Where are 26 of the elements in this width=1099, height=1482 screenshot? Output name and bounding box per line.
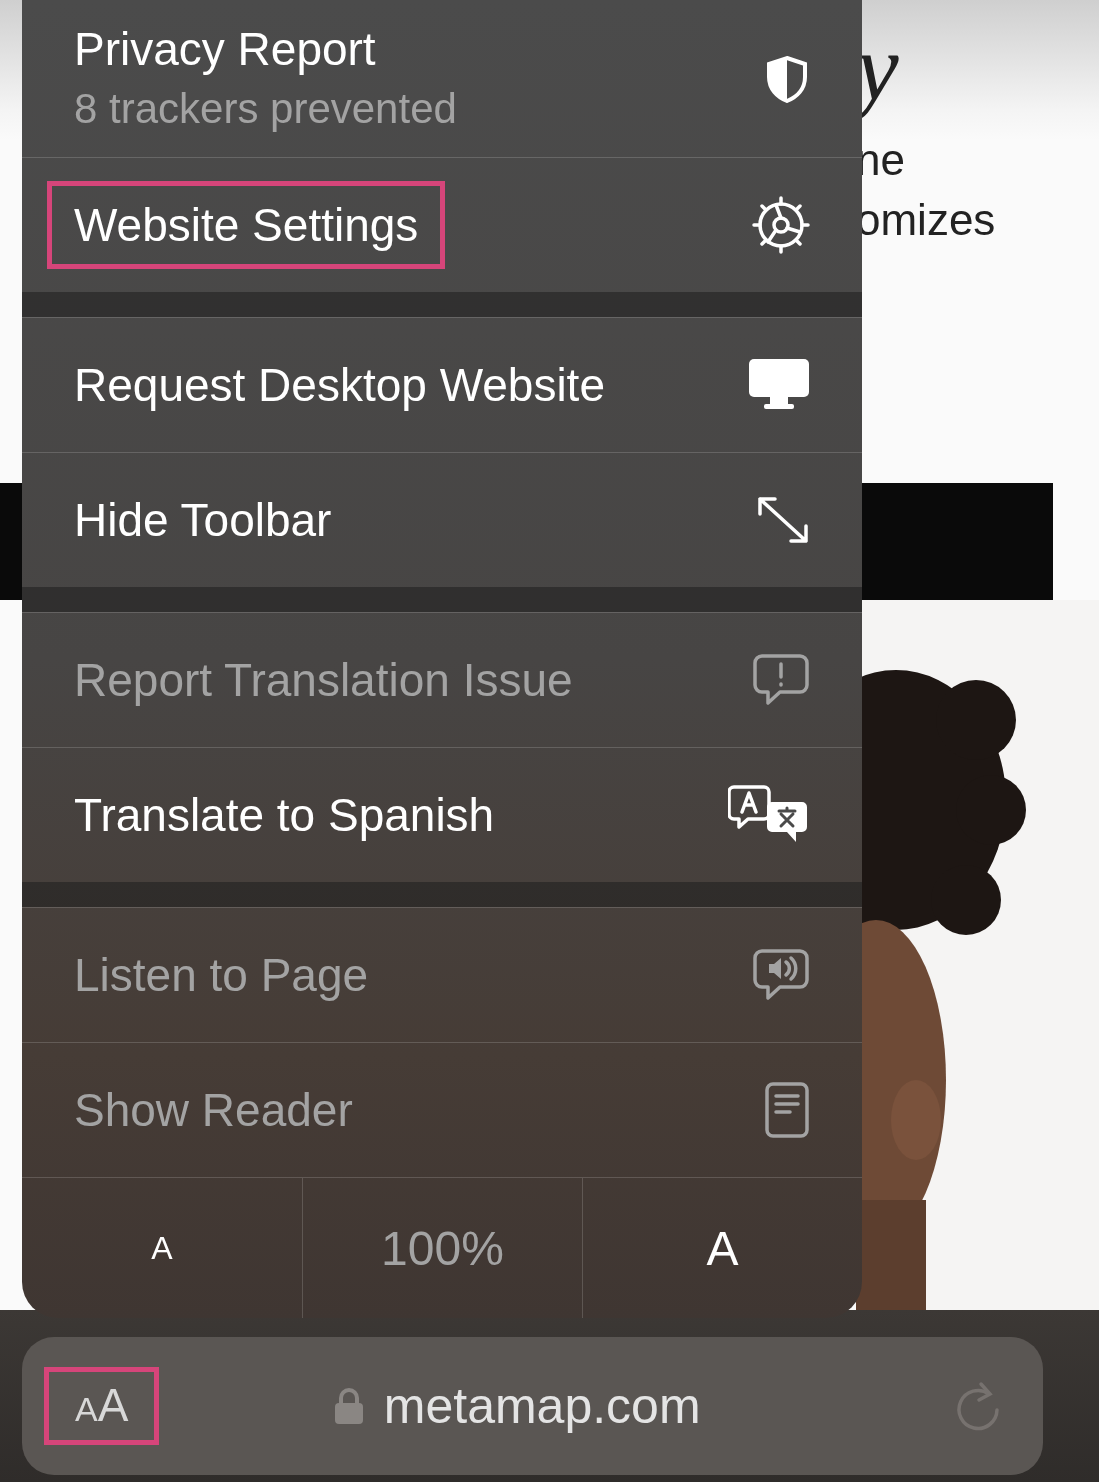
menu-item-label: Website Settings [47,180,446,270]
url-text: metamap.com [383,1377,701,1435]
menu-item-label: Hide Toolbar [73,492,333,548]
text-size-button[interactable]: AA [44,1367,160,1445]
menu-item[interactable]: Request Desktop Website [22,317,862,452]
monitor-icon [748,358,810,412]
menu-item[interactable]: Website Settings [22,157,862,292]
document-icon [764,1081,810,1139]
menu-item[interactable]: Translate to Spanish [22,747,862,882]
menu-item-subtitle: 8 trackers prevented [74,84,457,133]
lock-icon [333,1387,364,1425]
menu-item[interactable]: Privacy Report 8 trackers prevented [22,0,862,157]
menu-item-label: Show Reader [73,1082,354,1138]
decrease-text-size-button[interactable]: A [22,1178,302,1318]
exclamation-bubble-icon [752,653,810,707]
menu-item-label: Translate to Spanish [73,787,496,843]
address-field[interactable]: AA metamap.com [22,1337,1043,1475]
menu-item[interactable]: Hide Toolbar [22,452,862,587]
speaker-bubble-icon [752,948,810,1002]
menu-item-label: Privacy Report [73,22,377,78]
shield-icon [764,54,810,103]
menu-item-label: Listen to Page [73,947,370,1003]
menu-item-label: Report Translation Issue [73,652,574,708]
expand-arrows-icon [756,495,810,545]
menu-item-label: Request Desktop Website [73,357,606,413]
gear-icon [752,196,810,254]
